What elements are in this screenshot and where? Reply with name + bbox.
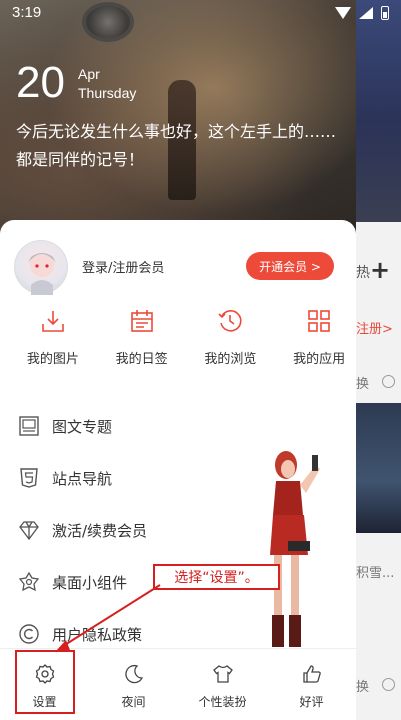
underlying-tab-text: 热 — [356, 265, 370, 281]
wifi-icon — [335, 7, 351, 19]
html5-icon — [20, 468, 38, 488]
tab-rate[interactable]: 好评 — [267, 649, 356, 720]
quick-label: 我的应用 — [293, 352, 346, 367]
underlying-caption: 积雪... — [356, 566, 395, 581]
copyright-icon — [19, 624, 39, 644]
character-illustration — [270, 451, 320, 647]
quick-label: 我的图片 — [26, 352, 79, 367]
vip-button[interactable]: 开通会员 > — [246, 252, 334, 280]
widget-icon — [18, 571, 40, 592]
date-day: 20 — [16, 58, 65, 107]
history-icon — [218, 310, 242, 332]
tab-label: 个性装扮 — [198, 695, 247, 709]
grid-icon — [308, 310, 330, 332]
status-bar: 3:19 — [0, 0, 401, 26]
underlying-swap-text-2: 换 — [356, 680, 370, 695]
menu-label: 站点导航 — [52, 469, 113, 488]
signal-icon — [359, 7, 373, 19]
menu-label: 桌面小组件 — [52, 573, 128, 592]
moon-icon — [124, 664, 143, 684]
menu-label: 图文专题 — [52, 417, 113, 436]
date-month: Apr — [78, 66, 100, 82]
download-icon — [42, 311, 64, 332]
quick-my-daily[interactable]: 我的日签 — [105, 308, 179, 367]
instruction-callout: 选择“设置”。 — [153, 564, 280, 590]
anime-avatar-icon — [28, 253, 56, 295]
status-icons — [335, 6, 389, 20]
tab-night[interactable]: 夜间 — [89, 649, 178, 720]
tab-personalize[interactable]: 个性装扮 — [178, 649, 267, 720]
underlying-swap-text: 换 — [356, 377, 370, 392]
underlying-banner — [356, 0, 401, 222]
refresh-icon-2 — [382, 678, 395, 691]
underlying-thumbnail — [356, 403, 401, 533]
menu-label: 用户隐私政策 — [52, 625, 143, 644]
quick-label: 我的日签 — [115, 352, 168, 367]
battery-icon — [381, 6, 389, 20]
shirt-icon — [212, 665, 233, 683]
daily-quote: 今后无论发生什么事也好，这个左手上的……都是同伴的记号！ — [16, 122, 337, 169]
status-time: 3:19 — [12, 4, 42, 21]
underlying-page: 热 + 注册> 换 积雪... 换 — [356, 0, 401, 720]
diamond-icon — [19, 521, 39, 541]
underlying-register-link: 注册> — [356, 322, 393, 337]
refresh-icon — [382, 375, 395, 388]
calendar-icon — [130, 310, 153, 332]
login-register-link[interactable]: 登录/注册会员 — [82, 257, 164, 276]
image-topic-icon — [19, 416, 39, 436]
add-icon: + — [370, 256, 391, 284]
tab-label: 好评 — [299, 695, 324, 709]
quick-my-history[interactable]: 我的浏览 — [194, 308, 268, 367]
quick-my-apps[interactable]: 我的应用 — [282, 308, 356, 367]
settings-highlight-box — [15, 650, 75, 714]
quick-actions: 我的图片 我的日签 我的浏览 我的应用 — [0, 308, 356, 367]
quick-label: 我的浏览 — [204, 352, 257, 367]
tab-label: 夜间 — [121, 695, 146, 709]
date-weekday: Thursday — [78, 85, 137, 101]
menu-label: 激活/续费会员 — [52, 521, 148, 540]
avatar[interactable] — [14, 240, 68, 295]
thumbs-up-icon — [302, 665, 321, 683]
quick-my-images[interactable]: 我的图片 — [16, 308, 90, 367]
